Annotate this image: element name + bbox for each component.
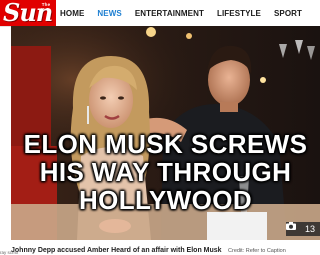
caption-credit: Credit: Refer to Caption — [228, 248, 286, 254]
nav-item-sport[interactable]: SPORT — [274, 9, 302, 18]
site-header: The U.S. Sun HOME NEWS ENTERTAINMENT LIF… — [0, 0, 320, 27]
hero-image[interactable]: ELON MUSK SCREWS HIS WAY THROUGH HOLLYWO… — [11, 26, 320, 240]
nav-item-lifestyle[interactable]: LIFESTYLE — [217, 9, 261, 18]
headline-line-1: ELON MUSK SCREWS — [23, 129, 308, 159]
headline-line-2: HIS WAY THROUGH — [39, 157, 292, 187]
camera-icon — [286, 222, 301, 233]
main-nav: HOME NEWS ENTERTAINMENT LIFESTYLE SPORT — [60, 0, 315, 26]
gallery-count: 13 — [304, 224, 315, 234]
nav-item-entertainment[interactable]: ENTERTAINMENT — [135, 9, 204, 18]
gallery-count-button[interactable]: 13 — [286, 222, 320, 236]
image-caption: Johnny Depp accused Amber Heard of an af… — [11, 241, 320, 255]
nav-item-news[interactable]: NEWS — [97, 9, 121, 18]
cut-off-text: ray scrnx — [0, 250, 19, 255]
nav-item-home[interactable]: HOME — [60, 9, 84, 18]
logo-wordmark: Sun — [3, 0, 53, 26]
sun-logo[interactable]: The U.S. Sun — [0, 0, 56, 26]
hero-headline[interactable]: ELON MUSK SCREWS HIS WAY THROUGH HOLLYWO… — [11, 130, 320, 214]
headline-line-3: HOLLYWOOD — [78, 185, 253, 215]
caption-text: Johnny Depp accused Amber Heard of an af… — [11, 247, 222, 254]
